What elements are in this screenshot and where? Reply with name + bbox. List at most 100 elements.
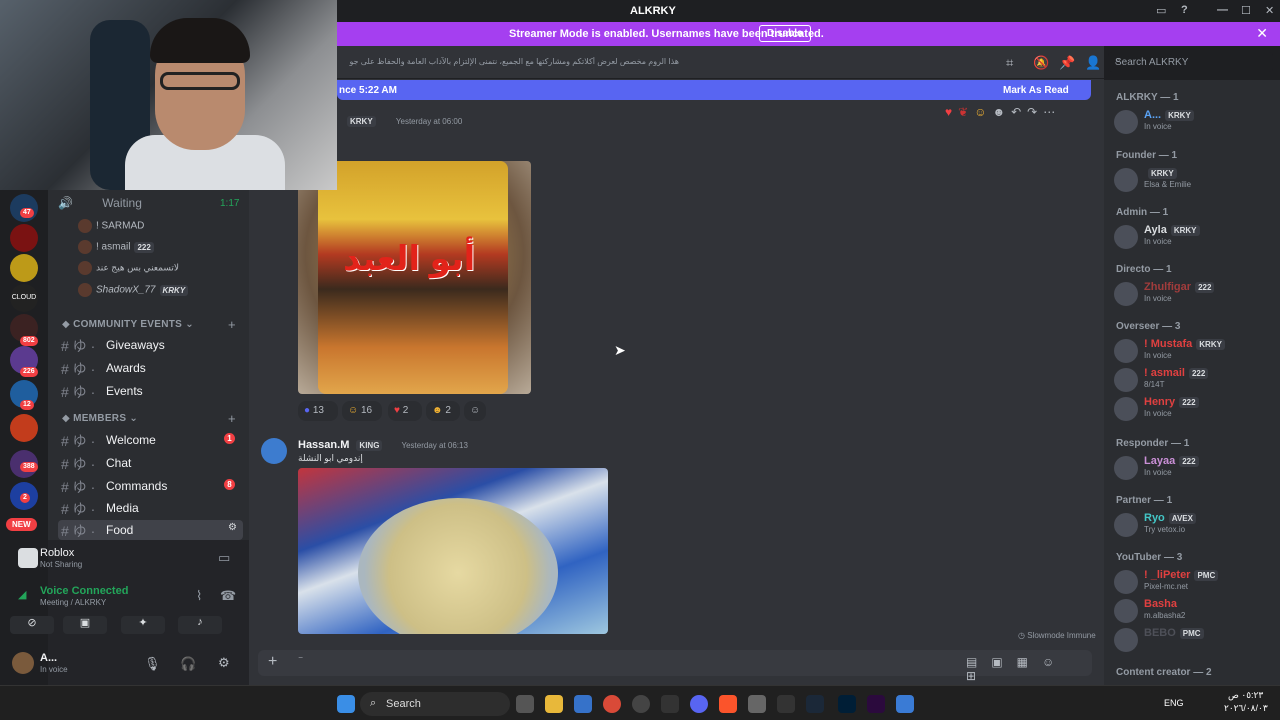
mark-as-read-button[interactable]: Mark As Read (1003, 85, 1069, 96)
forward-icon[interactable]: ↷ (1027, 105, 1043, 119)
message-image[interactable] (298, 468, 608, 634)
message-hover-toolbar[interactable]: ♥❦☺☻↶↷⋯ (945, 105, 1061, 119)
discord-icon[interactable] (690, 695, 708, 713)
category-header[interactable]: ◆ MEMBERS ⌄ (62, 413, 138, 424)
file-explorer-icon[interactable] (545, 695, 563, 713)
channel-item[interactable]: # ゆ · Awards (58, 358, 243, 378)
voice-user[interactable]: ShadowX_77 KRKY (78, 283, 189, 297)
voice-user[interactable]: ! asmail 222 (78, 240, 154, 254)
member-item[interactable]: ! Mustafa KRKY In voice (1114, 337, 1278, 365)
close-banner-icon[interactable]: ✕ (1256, 25, 1268, 42)
add-reaction-button[interactable]: ☺ (464, 401, 486, 421)
more-icon[interactable]: ⋯ (1043, 105, 1061, 119)
member-item[interactable]: Ayla KRKY In voice (1114, 223, 1278, 251)
server-icon[interactable] (10, 254, 38, 282)
maximize-button[interactable]: ☐ (1241, 4, 1251, 17)
members-list-icon[interactable]: 👤 (1085, 55, 1101, 71)
add-attachment-icon[interactable]: + (268, 653, 277, 671)
capcut-icon[interactable] (777, 695, 795, 713)
add-channel-icon[interactable]: + (228, 411, 236, 426)
voice-status[interactable]: Voice Connected (40, 585, 128, 597)
obs-icon[interactable] (661, 695, 679, 713)
close-window-button[interactable]: ✕ (1265, 4, 1274, 17)
server-icon[interactable] (10, 414, 38, 442)
threads-icon[interactable]: ⌗ (1006, 55, 1013, 71)
channel-item[interactable]: # ゆ · Chat (58, 453, 243, 473)
stream-icon[interactable]: ▭ (218, 550, 230, 566)
channel-item[interactable]: # ゆ · Media (58, 498, 243, 518)
disconnect-icon[interactable]: ☎ (220, 588, 236, 604)
channel-item[interactable]: # ゆ · Giveaways (58, 335, 243, 355)
user-settings-icon[interactable]: ⚙ (218, 655, 230, 671)
screen-share-button[interactable]: ▣ (63, 616, 107, 634)
member-item[interactable]: Henry 222 In voice (1114, 395, 1278, 423)
soundboard-button[interactable]: ♪ (178, 616, 222, 634)
category-header[interactable]: ◆ COMMUNITY EVENTS ⌄ (62, 319, 194, 330)
inbox-icon[interactable]: ▭ (1156, 4, 1166, 17)
disable-streamer-button[interactable]: Disable (759, 25, 811, 42)
steam-icon[interactable] (806, 695, 824, 713)
member-item[interactable]: Ryo AVEX Try vetox.io (1114, 511, 1278, 539)
server-icon[interactable]: CLOUD (10, 284, 38, 312)
member-item[interactable]: ! asmail 222 8/14T (1114, 366, 1278, 394)
clock-date[interactable]: ٢٠٢٦/٠٨/٠٣ (1224, 703, 1268, 714)
message-image[interactable]: أبو العبد (298, 161, 531, 394)
avatar[interactable] (261, 438, 287, 464)
app-icon[interactable] (896, 695, 914, 713)
clock-time[interactable]: ٠٥:٢٣ ص (1228, 690, 1263, 701)
app-icon[interactable] (748, 695, 766, 713)
rose-icon[interactable]: ❦ (958, 105, 974, 119)
premiere-icon[interactable] (867, 695, 885, 713)
member-item[interactable]: BEBO PMC (1114, 626, 1278, 654)
voice-location[interactable]: Meeting / ALKRKY (40, 598, 106, 607)
reaction[interactable]: ☺ 16 (342, 401, 382, 421)
add-channel-icon[interactable]: + (228, 317, 236, 332)
language-indicator[interactable]: ENG (1164, 698, 1184, 708)
member-item[interactable]: Zhulfigar 222 In voice (1114, 280, 1278, 308)
search-input[interactable]: Search ALKRKY ⌕ (1108, 52, 1273, 72)
voice-user[interactable]: لاتسمعني بس هيج عند (78, 261, 179, 275)
camera-button[interactable]: ⊘ (10, 616, 54, 634)
member-item[interactable]: ! _liPeter PMC Pixel-mc.net (1114, 568, 1278, 596)
reaction[interactable]: ☻ 2 (426, 401, 460, 421)
reply-icon[interactable]: ↶ (1011, 105, 1027, 119)
member-item[interactable]: KRKY Elsa & Emilie (1114, 166, 1278, 194)
member-item[interactable]: Basha m.albasha2 (1114, 597, 1278, 625)
noise-suppression-icon[interactable]: ⌇ (196, 588, 202, 604)
add-reaction-icon[interactable]: ☻ (992, 105, 1011, 119)
minimize-button[interactable]: — (1217, 4, 1228, 16)
settings-icon[interactable]: ⚙ (228, 522, 237, 533)
channel-item[interactable]: # ゆ · Commands 8 (58, 476, 243, 496)
pin-icon[interactable]: 📌 (1059, 55, 1075, 71)
help-icon[interactable]: ? (1181, 4, 1188, 16)
member-item[interactable]: A... KRKY In voice (1114, 108, 1278, 136)
voice-user[interactable]: ! SARMAD (78, 219, 144, 233)
new-messages-bar[interactable]: nce 5:22 AM Mark As Read (337, 80, 1091, 100)
photoshop-icon[interactable] (838, 695, 856, 713)
windows-start-icon[interactable] (337, 695, 355, 713)
member-item[interactable]: Layaa 222 In voice (1114, 454, 1278, 482)
notification-icon[interactable]: 🔕 (1033, 55, 1049, 71)
activities-button[interactable]: ✦ (121, 616, 165, 634)
headphones-icon[interactable]: 🎧 (180, 656, 196, 672)
new-server-pill[interactable]: NEW (6, 518, 37, 531)
channel-item[interactable]: # ゆ · Events (58, 381, 243, 401)
github-icon[interactable] (632, 695, 650, 713)
heart-reaction-icon[interactable]: ♥ (945, 105, 958, 119)
channel-item[interactable]: # ゆ · Welcome 1 (58, 430, 243, 450)
microphone-icon[interactable]: 🎙 (144, 656, 161, 672)
reaction[interactable]: ● 13 (298, 401, 338, 421)
message-author[interactable]: Hassan.M (298, 439, 349, 451)
taskbar-search[interactable]: ⌕ Search (360, 692, 510, 716)
input-tools-icon[interactable]: ▤▣▦☺⊞ (966, 655, 1092, 683)
avatar[interactable] (12, 652, 34, 674)
server-icon[interactable] (10, 224, 38, 252)
channel-item-selected[interactable]: # ゆ · Food ⚙ (58, 520, 243, 540)
brave-icon[interactable] (719, 695, 737, 713)
task-view-icon[interactable] (516, 695, 534, 713)
laugh-icon[interactable]: ☺ (974, 105, 992, 119)
store-icon[interactable] (574, 695, 592, 713)
voice-channel[interactable]: 🔊 Waiting (58, 196, 142, 210)
message-input[interactable]: + ⁻ ▤▣▦☺⊞ (258, 650, 1092, 683)
reaction[interactable]: ♥ 2 (388, 401, 422, 421)
